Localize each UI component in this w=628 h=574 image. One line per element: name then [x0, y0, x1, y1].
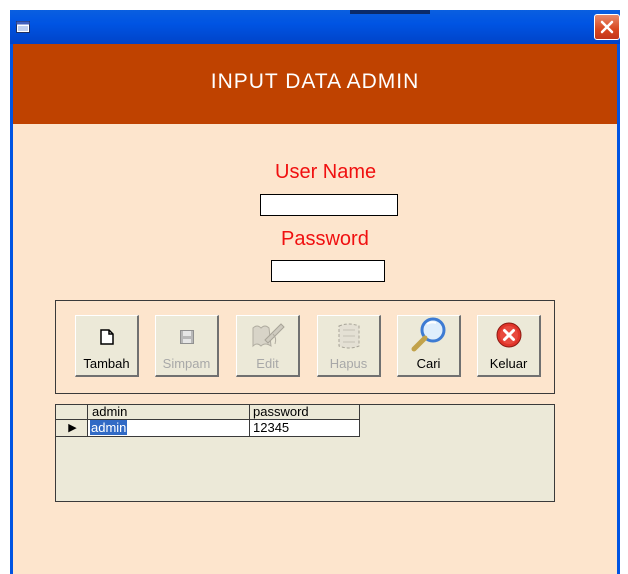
edit-button[interactable]: Edit: [236, 315, 300, 377]
hapus-label: Hapus: [329, 356, 368, 371]
table-cell[interactable]: admin: [88, 420, 250, 437]
column-header-password[interactable]: password: [250, 405, 360, 420]
edit-label: Edit: [256, 356, 279, 371]
edit-icon: [252, 323, 285, 348]
password-label: Password: [281, 228, 369, 250]
hapus-button[interactable]: Hapus: [317, 315, 381, 377]
simpam-label: Simpam: [162, 356, 211, 371]
tambah-label: Tambah: [83, 356, 130, 371]
toolbar: Tambah Simpam Edit Hapus Cari Keluar: [55, 300, 555, 394]
title-bar-strip: [350, 10, 430, 14]
app-icon: [16, 21, 30, 33]
keluar-label: Keluar: [489, 356, 528, 371]
selected-cell-text: admin: [90, 420, 128, 435]
row-selector[interactable]: ▶: [56, 420, 88, 437]
tambah-button[interactable]: Tambah: [75, 315, 139, 377]
password-field[interactable]: [271, 260, 385, 282]
simpam-button[interactable]: Simpam: [155, 315, 219, 377]
app-window: INPUT DATA ADMIN User Name Password Tamb…: [0, 0, 628, 574]
data-grid[interactable]: admin password ▶ admin 12345: [55, 404, 555, 502]
page-title: INPUT DATA ADMIN: [210, 70, 420, 93]
title-bar[interactable]: [10, 10, 620, 44]
username-label: User Name: [275, 161, 377, 183]
table-cell[interactable]: 12345: [250, 420, 360, 437]
row-header-corner: [56, 405, 88, 420]
new-document-icon: [99, 329, 114, 345]
close-button[interactable]: [594, 14, 620, 40]
cari-label: Cari: [416, 356, 441, 371]
header-band: INPUT DATA ADMIN: [13, 44, 617, 124]
save-icon: [179, 330, 194, 344]
delete-icon: [338, 323, 359, 349]
search-icon: [411, 317, 445, 352]
form-area: INPUT DATA ADMIN User Name Password Tamb…: [10, 44, 620, 574]
column-header-admin[interactable]: admin: [88, 405, 250, 420]
cari-button[interactable]: Cari: [397, 315, 461, 377]
username-field[interactable]: [260, 194, 398, 216]
keluar-button[interactable]: Keluar: [477, 315, 541, 377]
exit-icon: [496, 322, 521, 348]
close-icon: [600, 20, 614, 34]
